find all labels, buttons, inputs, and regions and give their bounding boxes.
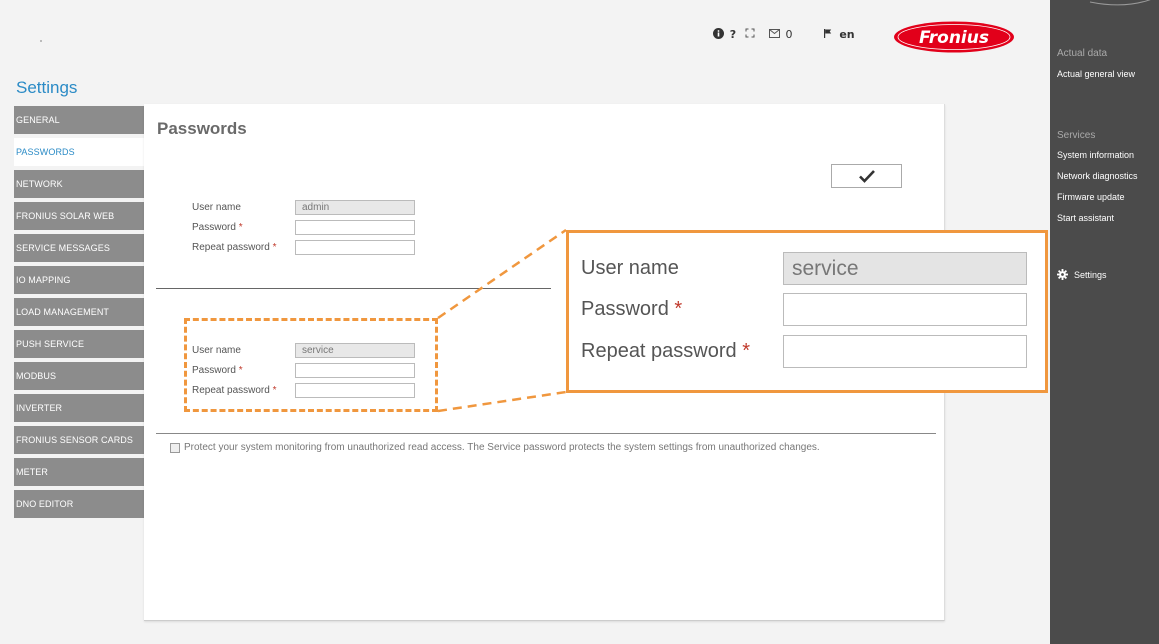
zoom-repeat-password-label-text: Repeat password <box>581 340 737 362</box>
services-header: Services <box>1057 130 1096 141</box>
help-icon[interactable]: ? <box>728 28 738 42</box>
admin-repeat-password-field[interactable] <box>295 239 415 255</box>
zoom-username-field <box>783 252 1027 285</box>
nav-item-network[interactable]: NETWORK <box>14 170 144 198</box>
service-repeat-password-label: Repeat password * <box>192 385 295 396</box>
zoom-repeat-password-field[interactable] <box>783 335 1027 368</box>
admin-repeat-password-label-text: Repeat password <box>192 241 270 253</box>
nav-item-modbus[interactable]: MODBUS <box>14 362 144 390</box>
save-button[interactable] <box>831 164 902 188</box>
zoom-repeat-password-label: Repeat password * <box>581 340 783 363</box>
svg-text:Fronius: Fronius <box>919 28 989 48</box>
zoom-username-label: User name <box>581 257 679 279</box>
notice-checkbox[interactable] <box>170 442 180 453</box>
window-dot <box>40 40 42 42</box>
admin-username-field <box>295 199 415 215</box>
service-repeat-password-field[interactable] <box>295 382 415 398</box>
nav-item-inverter[interactable]: INVERTER <box>14 394 144 422</box>
section-title: Settings <box>16 78 78 97</box>
message-count: 0 <box>785 28 793 41</box>
nav-system-information[interactable]: System information <box>1057 150 1134 160</box>
app-window: ? 0 en Fronius Settings GENERAL PASSWORD… <box>0 0 1159 644</box>
right-sidebar: Actual data Actual general view Services… <box>1050 0 1159 644</box>
nav-network-diagnostics[interactable]: Network diagnostics <box>1057 171 1138 181</box>
nav-item-passwords[interactable]: PASSWORDS <box>14 138 146 166</box>
service-password-label-text: Password <box>192 364 236 376</box>
nav-item-fronius-sensor-cards[interactable]: FRONIUS SENSOR CARDS <box>14 426 144 454</box>
zoomed-service-form: User name Password * Repeat password * <box>566 230 1048 393</box>
nav-firmware-update[interactable]: Firmware update <box>1057 192 1125 202</box>
zoom-password-field[interactable] <box>783 293 1027 326</box>
required-marker: * <box>674 298 683 320</box>
nav-actual-general-view[interactable]: Actual general view <box>1057 69 1135 79</box>
zoom-password-label-text: Password <box>581 298 669 320</box>
admin-username-label: User name <box>192 201 241 213</box>
gear-icon <box>1057 269 1068 280</box>
service-credentials-form: User name Password * Repeat password * <box>192 340 415 400</box>
admin-password-label: Password * <box>192 222 295 233</box>
nav-item-service-messages[interactable]: SERVICE MESSAGES <box>14 234 144 262</box>
required-marker: * <box>272 384 277 396</box>
required-marker: * <box>272 241 277 253</box>
zoom-password-row: Password * <box>581 293 1027 326</box>
admin-password-field[interactable] <box>295 219 415 235</box>
section-divider <box>156 288 551 289</box>
nav-item-dno-editor[interactable]: DNO EDITOR <box>14 490 144 518</box>
fronius-logo: Fronius <box>894 21 1014 53</box>
admin-repeat-password-label: Repeat password * <box>192 242 295 253</box>
notice-text: Protect your system monitoring from unau… <box>184 442 820 453</box>
service-username-label: User name <box>192 344 241 356</box>
nav-settings-label: Settings <box>1074 269 1107 280</box>
zoom-repeat-row: Repeat password * <box>581 335 1027 368</box>
flag-icon[interactable] <box>822 28 834 42</box>
zoom-username-row: User name <box>581 252 1027 285</box>
required-marker: * <box>742 340 751 362</box>
page-title: Passwords <box>157 119 247 138</box>
nav-item-io-mapping[interactable]: IO MAPPING <box>14 266 144 294</box>
service-password-field[interactable] <box>295 362 415 378</box>
info-icon[interactable] <box>712 28 724 42</box>
nav-start-assistant[interactable]: Start assistant <box>1057 213 1114 223</box>
service-repeat-password-label-text: Repeat password <box>192 384 270 396</box>
nav-item-load-management[interactable]: LOAD MANAGEMENT <box>14 298 144 326</box>
admin-password-label-text: Password <box>192 221 236 233</box>
language-selector[interactable]: en <box>838 28 856 42</box>
required-marker: * <box>238 221 243 233</box>
nav-item-push-service[interactable]: PUSH SERVICE <box>14 330 144 358</box>
service-username-field <box>295 342 415 358</box>
protection-notice: Protect your system monitoring from unau… <box>170 442 820 453</box>
top-toolbar: ? 0 en Fronius <box>0 0 1050 68</box>
service-password-label: Password * <box>192 365 295 376</box>
settings-nav: GENERAL PASSWORDS NETWORK FRONIUS SOLAR … <box>14 106 146 522</box>
message-icon[interactable] <box>768 28 780 42</box>
nav-item-general[interactable]: GENERAL <box>14 106 144 134</box>
notice-divider <box>156 433 936 434</box>
nav-settings[interactable]: Settings <box>1057 269 1107 280</box>
required-marker: * <box>238 364 243 376</box>
zoom-password-label: Password * <box>581 298 783 321</box>
checkmark-icon <box>858 170 875 183</box>
fullscreen-icon[interactable] <box>744 28 756 42</box>
nav-item-fronius-solar-web[interactable]: FRONIUS SOLAR WEB <box>14 202 144 230</box>
nav-item-meter[interactable]: METER <box>14 458 144 486</box>
admin-credentials-form: User name Password * Repeat password * <box>192 197 415 257</box>
actual-data-header: Actual data <box>1057 48 1108 59</box>
